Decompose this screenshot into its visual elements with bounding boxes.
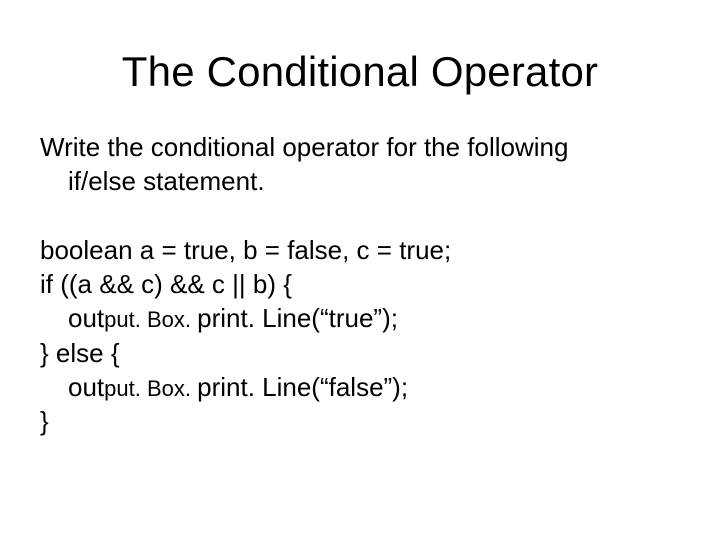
code-line-5: output. Box. print. Line(“false”); <box>40 370 680 404</box>
code-line-6: } <box>40 404 680 438</box>
code-l5-b: put. Box. <box>104 376 197 401</box>
code-block: boolean a = true, b = false, c = true; i… <box>40 233 680 439</box>
code-l3-a: out <box>68 303 104 333</box>
code-l5-a: out <box>68 372 104 402</box>
instruction-paragraph: Write the conditional operator for the f… <box>40 130 680 199</box>
code-l5-c: print. Line(“false”); <box>197 372 408 402</box>
code-line-2: if ((a && c) && c || b) { <box>40 267 680 301</box>
code-line-4: } else { <box>40 336 680 370</box>
instruction-line-1: Write the conditional operator for the f… <box>40 130 680 164</box>
slide-body: Write the conditional operator for the f… <box>40 130 680 439</box>
code-l3-c: print. Line(“true”); <box>197 303 398 333</box>
slide: The Conditional Operator Write the condi… <box>0 0 720 540</box>
slide-title: The Conditional Operator <box>40 48 680 96</box>
code-line-3: output. Box. print. Line(“true”); <box>40 301 680 335</box>
instruction-line-2: if/else statement. <box>40 164 680 198</box>
code-l3-b: put. Box. <box>104 307 197 332</box>
code-line-1: boolean a = true, b = false, c = true; <box>40 233 680 267</box>
